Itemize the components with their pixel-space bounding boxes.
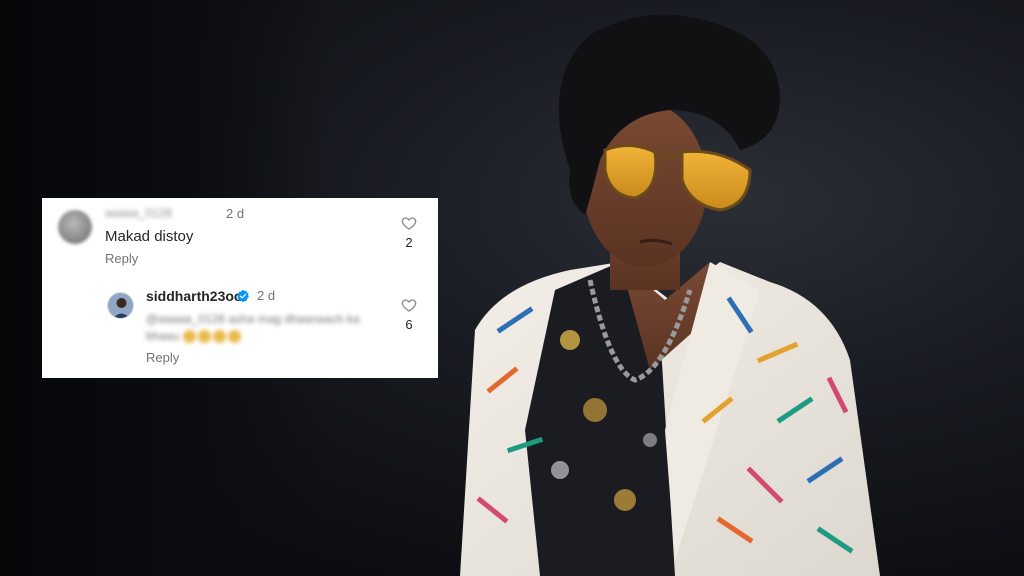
- heart-outline-icon[interactable]: [401, 215, 417, 231]
- photo-background: aaaaa_0128 2 d Makad distoy Reply 2 sidd…: [0, 0, 1024, 576]
- emoji-icon: [212, 330, 226, 344]
- replier-avatar[interactable]: [107, 292, 134, 319]
- commenter-username-blurred[interactable]: aaaaa_0128: [105, 206, 172, 220]
- like-count: 6: [405, 317, 413, 332]
- like-count: 2: [405, 235, 413, 250]
- reply-text-blurred: @aaaaa_0128 asha mag dhaanaach ka bhaau: [146, 311, 374, 345]
- reply-button[interactable]: Reply: [105, 251, 138, 266]
- verified-badge-icon: [237, 289, 249, 303]
- emoji-icon: [182, 330, 196, 344]
- person-photo: [460, 14, 880, 576]
- comment-text: Makad distoy: [105, 228, 194, 245]
- commenter-avatar[interactable]: [58, 210, 92, 244]
- reply-timestamp: 2 d: [257, 288, 276, 303]
- reply-text-blurred-content: @aaaaa_0128 asha mag dhaanaach ka bhaau: [146, 312, 360, 343]
- avatar-photo-icon: [108, 293, 133, 318]
- reply-button[interactable]: Reply: [146, 350, 179, 365]
- replier-username[interactable]: siddharth23oct: [146, 288, 246, 304]
- heart-outline-icon[interactable]: [401, 297, 417, 313]
- comment-timestamp: 2 d: [226, 206, 245, 221]
- emoji-icon: [227, 330, 241, 344]
- emoji-icon: [197, 330, 211, 344]
- comment-card: aaaaa_0128 2 d Makad distoy Reply 2 sidd…: [42, 198, 438, 378]
